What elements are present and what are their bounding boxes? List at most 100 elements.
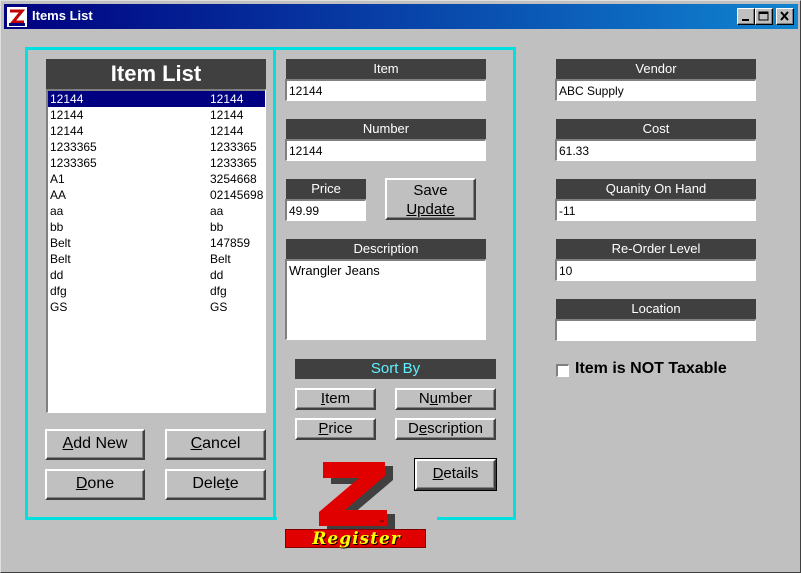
save-update-line2: Update xyxy=(406,201,455,218)
vendor-field[interactable]: ABC Supply xyxy=(555,79,756,101)
close-button[interactable] xyxy=(776,8,794,25)
list-item[interactable]: dfg dfg xyxy=(48,283,265,299)
add-new-label-post: dd New xyxy=(73,435,128,452)
list-item-name: dd xyxy=(50,268,64,282)
sort-number-button[interactable]: Number xyxy=(395,388,496,410)
list-item-name: A1 xyxy=(50,172,65,186)
list-item-name: 1233365 xyxy=(50,156,97,170)
number-field-label: Number xyxy=(286,119,486,139)
list-item[interactable]: 12144 12144 xyxy=(48,123,265,139)
list-item-number: dd xyxy=(210,268,224,282)
list-item-number: GS xyxy=(210,300,228,314)
list-item-name: Belt xyxy=(50,236,71,250)
list-item-number: 1233365 xyxy=(210,156,257,170)
number-field[interactable]: 12144 xyxy=(285,139,486,161)
item-field[interactable]: 12144 xyxy=(285,79,486,101)
add-new-button[interactable]: Add New xyxy=(45,429,145,460)
sort-by-header: Sort By xyxy=(295,359,496,379)
logo-register-bar: Register xyxy=(285,529,426,548)
list-item-name: 1233365 xyxy=(50,140,97,154)
list-item[interactable]: 12144 12144 xyxy=(48,107,265,123)
item-field-label: Item xyxy=(286,59,486,79)
sort-description-accel: e xyxy=(418,420,428,437)
list-item[interactable]: Belt 147859 xyxy=(48,235,265,251)
list-item-name: AA xyxy=(50,188,67,202)
add-new-accel: A xyxy=(62,435,74,452)
location-field[interactable] xyxy=(555,319,756,341)
delete-label-post: e xyxy=(229,475,239,492)
price-field-label: Price xyxy=(286,179,366,199)
cost-field[interactable]: 61.33 xyxy=(555,139,756,161)
items-list-window: Items List Item List 12144 12144 12144 1214… xyxy=(0,0,801,573)
sort-number-pre: N xyxy=(418,390,430,407)
cancel-accel: C xyxy=(190,435,203,452)
quantity-field[interactable]: -11 xyxy=(555,199,756,221)
details-accel: D xyxy=(432,465,444,482)
cancel-label-post: ancel xyxy=(202,435,241,452)
list-item[interactable]: bb bb xyxy=(48,219,265,235)
delete-button[interactable]: Delete xyxy=(165,469,266,500)
delete-label-pre: Dele xyxy=(192,475,226,492)
sort-price-accel: P xyxy=(318,420,329,437)
description-field-label: Description xyxy=(286,239,486,259)
description-field[interactable]: Wrangler Jeans xyxy=(285,259,486,340)
list-item-number: dfg xyxy=(210,284,227,298)
list-item[interactable]: 12144 12144 xyxy=(48,91,265,107)
list-item[interactable]: aa aa xyxy=(48,203,265,219)
list-item[interactable]: dd dd xyxy=(48,267,265,283)
list-item-number: aa xyxy=(210,204,224,218)
quantity-field-label: Quanity On Hand xyxy=(556,179,756,199)
location-field-label: Location xyxy=(556,299,756,319)
list-item[interactable]: AA 02145698 xyxy=(48,187,265,203)
item-listbox[interactable]: 12144 12144 12144 12144 12144 12144 1233365 123… xyxy=(46,89,266,413)
sort-item-button[interactable]: Item xyxy=(295,388,376,410)
list-item[interactable]: GS GS xyxy=(48,299,265,315)
done-button[interactable]: Done xyxy=(45,469,145,500)
list-item-number: 12144 xyxy=(210,92,244,106)
list-item[interactable]: 1233365 1233365 xyxy=(48,139,265,155)
title-bar: Items List xyxy=(4,4,798,29)
sort-description-pre: D xyxy=(407,420,419,437)
sort-description-post: scription xyxy=(427,420,484,437)
sort-number-accel: u xyxy=(429,390,438,407)
list-item[interactable]: Belt Belt xyxy=(48,251,265,267)
list-item-number: bb xyxy=(210,220,224,234)
zregister-logo: ™ Register xyxy=(285,460,429,552)
sort-number-post: mber xyxy=(438,390,473,407)
reorder-field-label: Re-Order Level xyxy=(556,239,756,259)
list-item-number: 147859 xyxy=(210,236,251,250)
minimize-button[interactable] xyxy=(737,8,755,25)
reorder-field[interactable]: 10 xyxy=(555,259,756,281)
list-item-name: 12144 xyxy=(50,92,84,106)
z-logo-icon: ™ xyxy=(319,462,395,532)
list-item-name: bb xyxy=(50,220,64,234)
cancel-button[interactable]: Cancel xyxy=(165,429,266,460)
sort-item-post: tem xyxy=(325,390,351,407)
list-item[interactable]: 1233365 1233365 xyxy=(48,155,265,171)
maximize-button[interactable] xyxy=(755,8,773,25)
list-item-name: GS xyxy=(50,300,68,314)
list-item[interactable]: A1 3254668 xyxy=(48,171,265,187)
sort-description-button[interactable]: Description xyxy=(395,418,496,440)
list-item-number: 1233365 xyxy=(210,140,257,154)
save-update-button[interactable]: Save Update xyxy=(385,178,476,220)
list-item-name: Belt xyxy=(50,252,71,266)
panel-divider xyxy=(273,47,276,520)
done-label-post: one xyxy=(87,475,115,492)
list-item-name: aa xyxy=(50,204,64,218)
list-item-number: 3254668 xyxy=(210,172,257,186)
save-update-line1: Save xyxy=(413,182,448,199)
list-item-number: 12144 xyxy=(210,108,244,122)
list-item-name: 12144 xyxy=(50,108,84,122)
window-title: Items List xyxy=(32,8,93,23)
logo-register-text: Register xyxy=(312,529,401,549)
list-item-number: 12144 xyxy=(210,124,244,138)
sort-price-button[interactable]: Price xyxy=(295,418,376,440)
price-field[interactable]: 49.99 xyxy=(285,199,366,221)
not-taxable-checkbox[interactable] xyxy=(556,364,569,377)
maximize-icon xyxy=(758,11,769,21)
not-taxable-label[interactable]: Item is NOT Taxable xyxy=(575,360,727,378)
cost-field-label: Cost xyxy=(556,119,756,139)
list-item-number: Belt xyxy=(210,252,231,266)
list-item-name: dfg xyxy=(50,284,67,298)
